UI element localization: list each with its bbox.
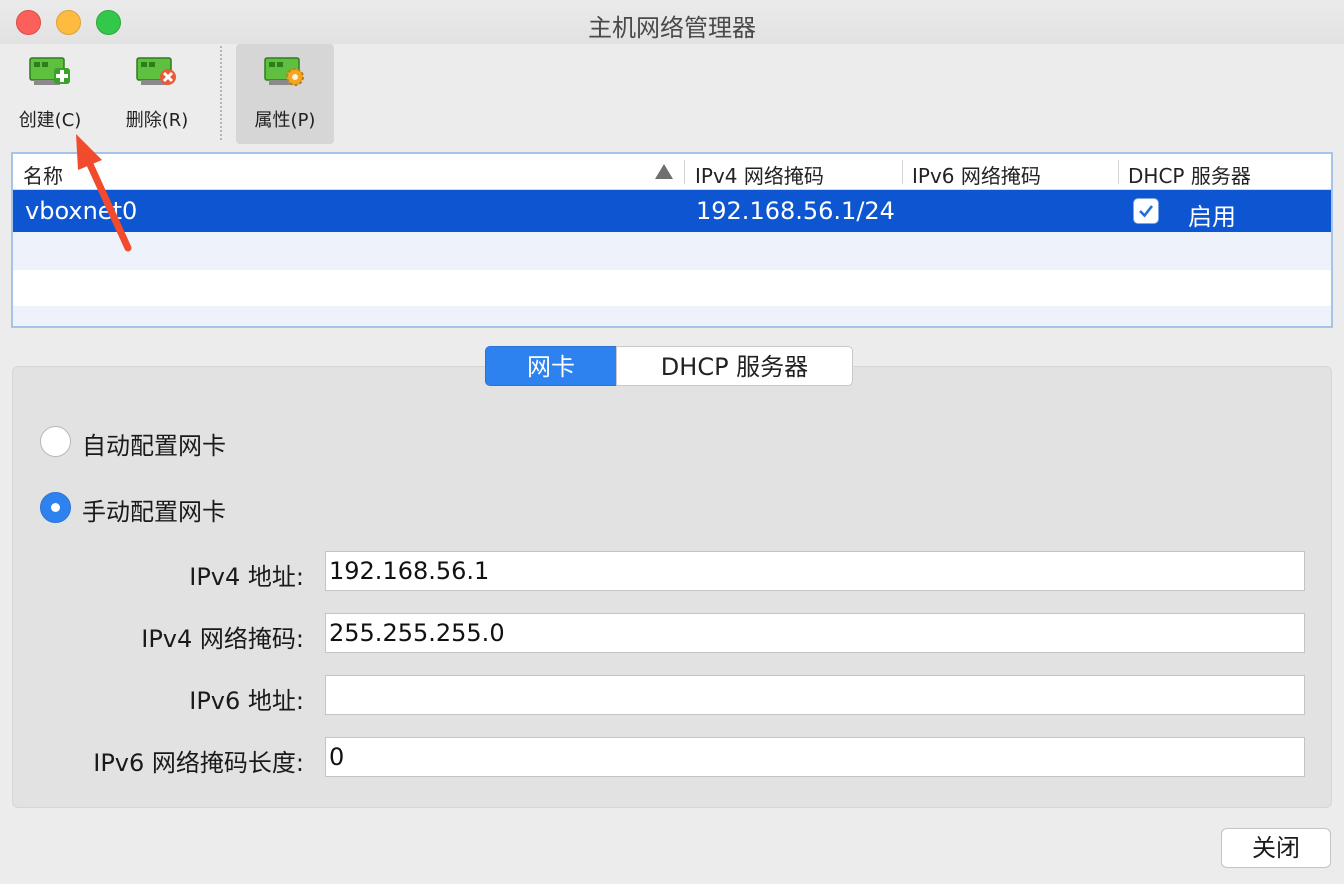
host-network-manager-window: 主机网络管理器 创建(C) 删除(R) 属性(P) 名称 IPv4 网络掩码 I… <box>0 0 1344 884</box>
create-button[interactable]: 创建(C) <box>8 44 92 144</box>
column-divider <box>902 160 903 184</box>
host-network-table[interactable]: 名称 IPv4 网络掩码 IPv6 网络掩码 DHCP 服务器 vboxnet0… <box>11 152 1333 328</box>
network-add-icon <box>29 57 70 85</box>
column-header-ipv6-mask[interactable]: IPv6 网络掩码 <box>912 160 1041 189</box>
table-row-empty <box>13 306 1331 326</box>
title-bar: 主机网络管理器 <box>0 0 1344 44</box>
tab-dhcp-server[interactable]: DHCP 服务器 <box>616 346 853 386</box>
table-row-empty <box>13 270 1331 308</box>
tab-adapter[interactable]: 网卡 <box>485 346 617 386</box>
checkmark-icon <box>1139 205 1154 218</box>
network-name: vboxnet0 <box>25 197 138 225</box>
toolbar-separator <box>220 46 222 140</box>
manual-config-label[interactable]: 手动配置网卡 <box>82 492 226 527</box>
ipv6-prefix-length-field[interactable] <box>325 737 1305 777</box>
properties-label: 属性(P) <box>254 110 316 131</box>
ipv4-address-field[interactable] <box>325 551 1305 591</box>
tab-bar: 网卡 DHCP 服务器 <box>485 346 853 386</box>
table-header: 名称 IPv4 网络掩码 IPv6 网络掩码 DHCP 服务器 <box>13 154 1331 190</box>
ipv6-prefix-length-label: IPv6 网络掩码长度: <box>93 749 304 777</box>
column-header-dhcp[interactable]: DHCP 服务器 <box>1128 160 1251 189</box>
ipv4-mask-field[interactable] <box>325 613 1305 653</box>
column-header-ipv4-mask[interactable]: IPv4 网络掩码 <box>695 160 824 189</box>
network-properties-icon <box>264 57 304 86</box>
properties-button[interactable]: 属性(P) <box>236 44 334 144</box>
column-header-name[interactable]: 名称 <box>23 160 63 189</box>
network-remove-icon <box>136 57 176 85</box>
auto-config-radio[interactable] <box>40 426 71 457</box>
auto-config-label[interactable]: 自动配置网卡 <box>82 426 226 461</box>
dhcp-status-label: 启用 <box>1188 203 1236 231</box>
ipv6-address-label: IPv6 地址: <box>189 687 304 715</box>
column-divider <box>1118 160 1119 184</box>
manual-config-radio[interactable] <box>40 492 71 523</box>
dhcp-enabled-checkbox[interactable] <box>1133 198 1159 224</box>
network-ipv4-mask: 192.168.56.1/24 <box>696 197 895 225</box>
column-divider <box>684 160 685 184</box>
delete-label: 删除(R) <box>125 110 189 131</box>
window-title: 主机网络管理器 <box>588 14 756 42</box>
delete-button[interactable]: 删除(R) <box>114 44 200 144</box>
table-row-empty <box>13 232 1331 270</box>
create-label: 创建(C) <box>18 110 82 131</box>
ipv4-address-label: IPv4 地址: <box>189 563 304 591</box>
ipv6-address-field[interactable] <box>325 675 1305 715</box>
close-button[interactable]: 关闭 <box>1221 828 1331 868</box>
toolbar: 创建(C) 删除(R) 属性(P) <box>0 44 1344 148</box>
table-row[interactable]: vboxnet0 192.168.56.1/24 启用 <box>13 190 1331 232</box>
sort-ascending-icon <box>655 164 673 179</box>
ipv4-mask-label: IPv4 网络掩码: <box>141 625 304 653</box>
